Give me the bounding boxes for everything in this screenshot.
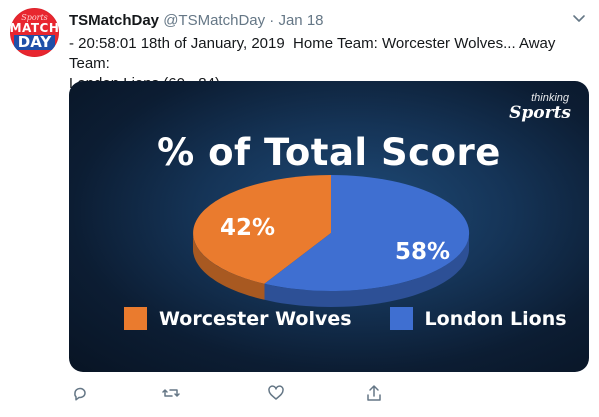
media-card[interactable]: thinking Sports % of Total Score 42% 58% … — [69, 81, 589, 372]
tweet-header: TSMatchDay @TSMatchDay · Jan 18 — [69, 11, 324, 30]
avatar-text-bottom: DAY — [13, 34, 56, 50]
reply-icon[interactable] — [71, 384, 89, 402]
tweet-date[interactable]: Jan 18 — [278, 12, 323, 29]
legend-label-london: London Lions — [424, 307, 567, 330]
user-handle[interactable]: @TSMatchDay — [163, 12, 265, 29]
tweet-actions — [69, 384, 589, 406]
chart-legend: Worcester Wolves London Lions — [124, 307, 567, 330]
chevron-down-icon[interactable] — [571, 10, 587, 26]
retweet-icon[interactable] — [162, 384, 180, 402]
legend-item-london: London Lions — [389, 307, 567, 330]
avatar-text-mid: MATCH — [10, 20, 59, 35]
separator-dot: · — [269, 12, 275, 29]
legend-item-worcester: Worcester Wolves — [124, 307, 352, 330]
display-name[interactable]: TSMatchDay — [69, 12, 159, 29]
pie-label-1: 58% — [395, 239, 450, 265]
avatar[interactable]: Sports MATCH DAY — [10, 8, 59, 57]
like-icon[interactable] — [267, 384, 285, 402]
share-icon[interactable] — [365, 384, 383, 402]
legend-swatch-london — [389, 307, 413, 330]
pie-label-0: 42% — [220, 215, 275, 241]
legend-swatch-worcester — [124, 307, 147, 330]
legend-label-worcester: Worcester Wolves — [159, 307, 352, 330]
